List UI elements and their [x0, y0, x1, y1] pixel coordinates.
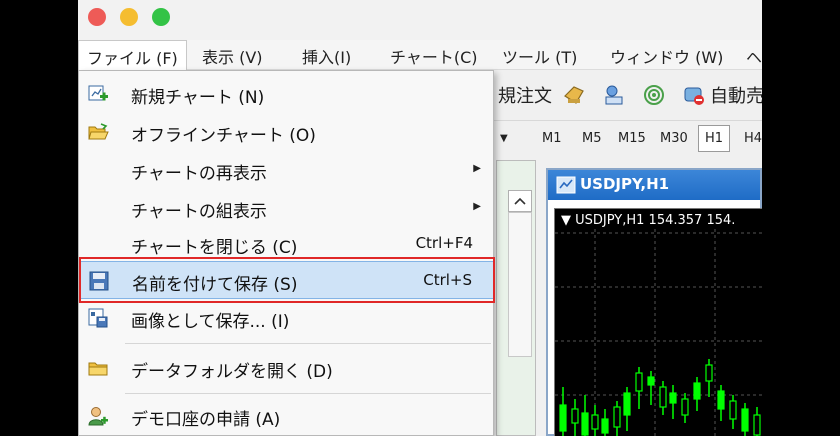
- menu-item-label: データフォルダを開く (D): [131, 362, 333, 382]
- candle-body: [581, 412, 589, 436]
- menu-item-label: チャートを閉じる (C): [131, 238, 298, 258]
- folder-icon: [88, 362, 108, 376]
- candle-body: [659, 386, 667, 408]
- menu-item-label: チャートの再表示: [131, 164, 267, 184]
- menu-window[interactable]: ウィンドウ (W): [610, 44, 723, 68]
- new-order-button[interactable]: 規注文: [498, 82, 552, 108]
- chart-window-icon: [556, 176, 576, 194]
- auto-trading-icon[interactable]: [682, 84, 706, 106]
- menu-item-new-chart[interactable]: 新規チャート (N): [79, 75, 495, 113]
- candle-body: [669, 392, 677, 404]
- scroll-up-button[interactable]: [508, 190, 532, 212]
- menu-item-label: 画像として保存... (I): [131, 312, 290, 332]
- timeframe-m30[interactable]: M30: [660, 131, 688, 146]
- file-menu-dropdown: 新規チャート (N) オフラインチャート (O) チャートの再表示 ▶ チャート…: [78, 70, 495, 436]
- timeframe-toolbar: ▼ M1 M5 M15 M30 H1 H4: [494, 120, 762, 158]
- menu-item-save-as-picture[interactable]: 画像として保存... (I): [79, 299, 495, 337]
- submenu-arrow-icon: ▶: [473, 163, 481, 174]
- candle-body: [623, 392, 631, 416]
- folder-open-icon: [88, 123, 109, 140]
- candle-body: [571, 408, 579, 424]
- price-chart[interactable]: ▼ USDJPY,H1 154.357 154.: [554, 208, 762, 436]
- menu-item-open-demo-account[interactable]: デモ口座の申請 (A): [79, 397, 495, 435]
- auto-trading-button[interactable]: 自動売: [710, 82, 762, 108]
- candlestick-series: [559, 359, 761, 436]
- candle-body: [705, 364, 713, 382]
- candle-body: [635, 372, 643, 392]
- chart-window[interactable]: USDJPY,H1 ▼ USDJPY,H1 154.357 154.: [546, 168, 762, 436]
- menu-item-label: 新規チャート (N): [131, 88, 265, 108]
- submenu-arrow-icon: ▶: [473, 201, 481, 212]
- menu-item-shortcut: Ctrl+F4: [415, 234, 473, 252]
- menu-item-open-data-folder[interactable]: データフォルダを開く (D): [79, 349, 495, 387]
- candle-body: [591, 414, 599, 430]
- candle-body: [753, 414, 761, 436]
- news-icon[interactable]: [602, 84, 626, 106]
- title-bar: [78, 0, 762, 40]
- menu-help[interactable]: ヘ: [746, 44, 762, 68]
- menu-file[interactable]: ファイル (F): [78, 40, 187, 71]
- maximize-window-button[interactable]: [152, 8, 170, 26]
- candle-body: [647, 376, 655, 386]
- chart-window-title: USDJPY,H1: [580, 175, 670, 193]
- menu-item-offline-chart[interactable]: オフラインチャート (O): [79, 113, 495, 151]
- chevron-up-icon: [514, 197, 526, 205]
- application-window: ファイル (F) 表示 (V) 挿入(I) チャート(C) ツール (T) ウィ…: [78, 0, 762, 436]
- candle-body: [681, 398, 689, 416]
- timeframe-m1[interactable]: M1: [542, 131, 562, 146]
- menu-separator: [125, 393, 491, 394]
- candle-body: [693, 382, 701, 400]
- menu-item-chart-tiling[interactable]: チャートの組表示 ▶: [79, 189, 495, 227]
- menu-item-label: オフラインチャート (O): [131, 126, 316, 146]
- menu-tools[interactable]: ツール (T): [502, 44, 577, 68]
- candle-body: [741, 408, 749, 432]
- tag-icon[interactable]: [562, 84, 586, 106]
- minimize-window-button[interactable]: [120, 8, 138, 26]
- scrollbar-track[interactable]: [508, 212, 532, 357]
- menu-separator: [125, 343, 491, 344]
- save-image-icon: [88, 308, 108, 328]
- timeframe-m15[interactable]: M15: [618, 131, 646, 146]
- chart-canvas: [555, 229, 762, 436]
- main-toolbar: 規注文 自動売: [498, 72, 762, 116]
- dropdown-arrow-icon[interactable]: ▼: [500, 133, 508, 144]
- chart-title-bar[interactable]: USDJPY,H1: [548, 170, 760, 200]
- timeframe-m5[interactable]: M5: [582, 131, 602, 146]
- user-add-icon: [88, 407, 108, 426]
- candle-body: [559, 404, 567, 432]
- timeframe-h4[interactable]: H4: [744, 131, 762, 146]
- candle-body: [729, 400, 737, 420]
- timeframe-h1[interactable]: H1: [698, 125, 731, 152]
- signal-icon[interactable]: [642, 84, 666, 106]
- candle-body: [717, 390, 725, 410]
- candle-body: [613, 406, 621, 428]
- menu-chart[interactable]: チャート(C): [390, 44, 478, 68]
- highlight-callout-box: [79, 257, 495, 303]
- menu-item-chart-profiles[interactable]: チャートの再表示 ▶: [79, 151, 495, 189]
- close-window-button[interactable]: [88, 8, 106, 26]
- menu-insert[interactable]: 挿入(I): [302, 44, 351, 68]
- menu-bar: ファイル (F) 表示 (V) 挿入(I) チャート(C) ツール (T) ウィ…: [78, 40, 762, 71]
- menu-item-label: チャートの組表示: [131, 202, 267, 222]
- new-chart-icon: [88, 85, 108, 101]
- menu-view[interactable]: 表示 (V): [202, 44, 263, 68]
- menu-item-label: デモ口座の申請 (A): [131, 410, 281, 430]
- candle-body: [601, 418, 609, 434]
